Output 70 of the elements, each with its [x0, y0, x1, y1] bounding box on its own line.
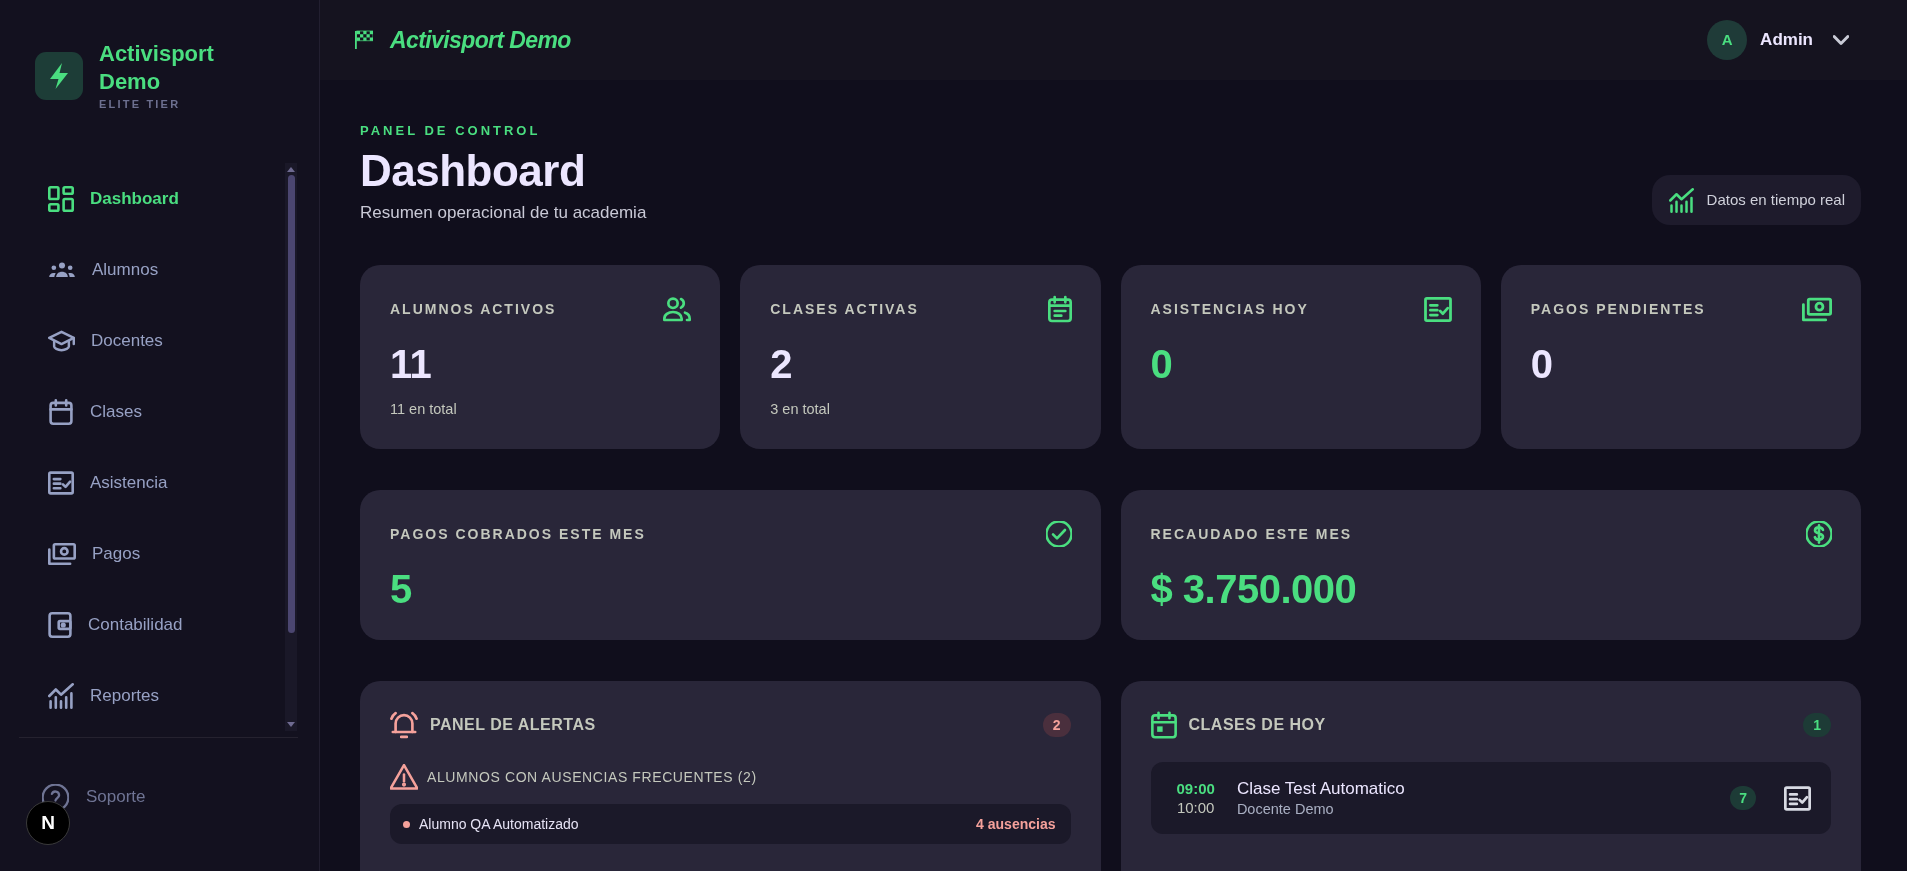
end-time: 10:00 [1176, 798, 1215, 817]
stat-note: 11 en total [390, 400, 458, 418]
user-avatar: A [1707, 20, 1748, 60]
stat-value: 11 [390, 341, 433, 387]
chevron-down-icon [1833, 35, 1849, 45]
page-subtitle: Resumen operacional de tu academia [360, 203, 647, 223]
panel-title: PANEL DE ALERTAS [430, 715, 597, 735]
warning-icon [390, 764, 418, 790]
sidebar-item[interactable]: Dashboard [19, 163, 285, 234]
stat-label: CLASES ACTIVAS [770, 299, 919, 319]
user-menu-button[interactable]: Admin [1760, 27, 1849, 53]
sidebar-item[interactable]: Clases [19, 376, 285, 447]
page-title: Dashboard [360, 147, 587, 195]
scrollbar-thumb[interactable] [287, 175, 295, 633]
section-eyebrow: PANEL DE CONTROL [360, 123, 542, 139]
sidebar-item[interactable]: Contabilidad [19, 589, 285, 660]
brand-name: Activisport Demo [99, 40, 215, 96]
stat-label: ALUMNOS ACTIVOS [390, 299, 557, 319]
people-group-icon [48, 261, 76, 278]
dev-tools-button[interactable]: N [26, 801, 70, 845]
student-name: Alumno QA Automatizado [419, 814, 580, 834]
chart-icon [1668, 187, 1694, 213]
checkered-flag-icon [355, 30, 373, 50]
panel-title: CLASES DE HOY [1188, 715, 1327, 735]
dashboard-icon [48, 185, 74, 212]
absence-count: 4 ausencias [976, 814, 1056, 834]
people-icon [663, 296, 692, 322]
summary-label: RECAUDADO ESTE MES [1150, 524, 1353, 544]
student-count: 7 [1730, 786, 1756, 810]
tier-label: ELITE TIER [99, 97, 182, 112]
sidebar-item[interactable]: Asistencia [19, 447, 285, 518]
calendar-icon [48, 398, 74, 425]
sidebar-item[interactable]: Reportes [19, 660, 285, 731]
scroll-up-icon[interactable] [287, 167, 295, 172]
chart-icon [48, 682, 74, 709]
wallet-icon [48, 611, 72, 638]
alarm-bell-icon [390, 711, 418, 739]
stat-value: 0 [1530, 341, 1554, 387]
summary-label: PAGOS COBRADOS ESTE MES [390, 524, 646, 544]
summary-value: 5 [390, 566, 413, 612]
class-count: 1 [1803, 713, 1831, 737]
class-name: Clase Test Automatico [1236, 777, 1405, 800]
graduation-cap-icon [48, 328, 75, 353]
checklist-icon[interactable] [1784, 785, 1811, 811]
class-row[interactable]: 09:00 10:00 Clase Test Automatico Docente Demo 7 [1150, 762, 1831, 834]
stat-label: ASISTENCIAS HOY [1150, 299, 1309, 319]
stat-label: PAGOS PENDIENTES [1530, 299, 1706, 319]
teacher-name: Docente Demo [1236, 799, 1334, 819]
calendar-icon [1150, 711, 1177, 739]
alert-count: 2 [1042, 713, 1071, 737]
bolt-icon [35, 52, 83, 100]
app-title: Activisport Demo [390, 25, 571, 55]
checklist-icon [1423, 296, 1452, 322]
banknote-icon [48, 541, 76, 566]
stat-note: 3 en total [770, 400, 831, 418]
calendar-note-icon [1047, 295, 1072, 323]
stat-value: 2 [770, 341, 793, 387]
sidebar-item[interactable]: Alumnos [19, 234, 285, 305]
sidebar-item[interactable]: Docentes [19, 305, 285, 376]
alert-group-title: ALUMNOS CON AUSENCIAS FRECUENTES (2) [427, 767, 757, 787]
scroll-down-icon[interactable] [287, 722, 295, 727]
start-time: 09:00 [1176, 779, 1215, 798]
alert-row[interactable]: Alumno QA Automatizado 4 ausencias [390, 804, 1071, 844]
summary-value: $ 3.750.000 [1150, 566, 1358, 612]
sidebar-item[interactable]: Pagos [19, 518, 285, 589]
live-data-label: Datos en tiempo real [1706, 189, 1845, 210]
status-dot-icon [403, 820, 410, 828]
banknote-icon [1802, 296, 1832, 322]
checklist-icon [48, 470, 74, 495]
stat-value: 0 [1150, 341, 1174, 387]
